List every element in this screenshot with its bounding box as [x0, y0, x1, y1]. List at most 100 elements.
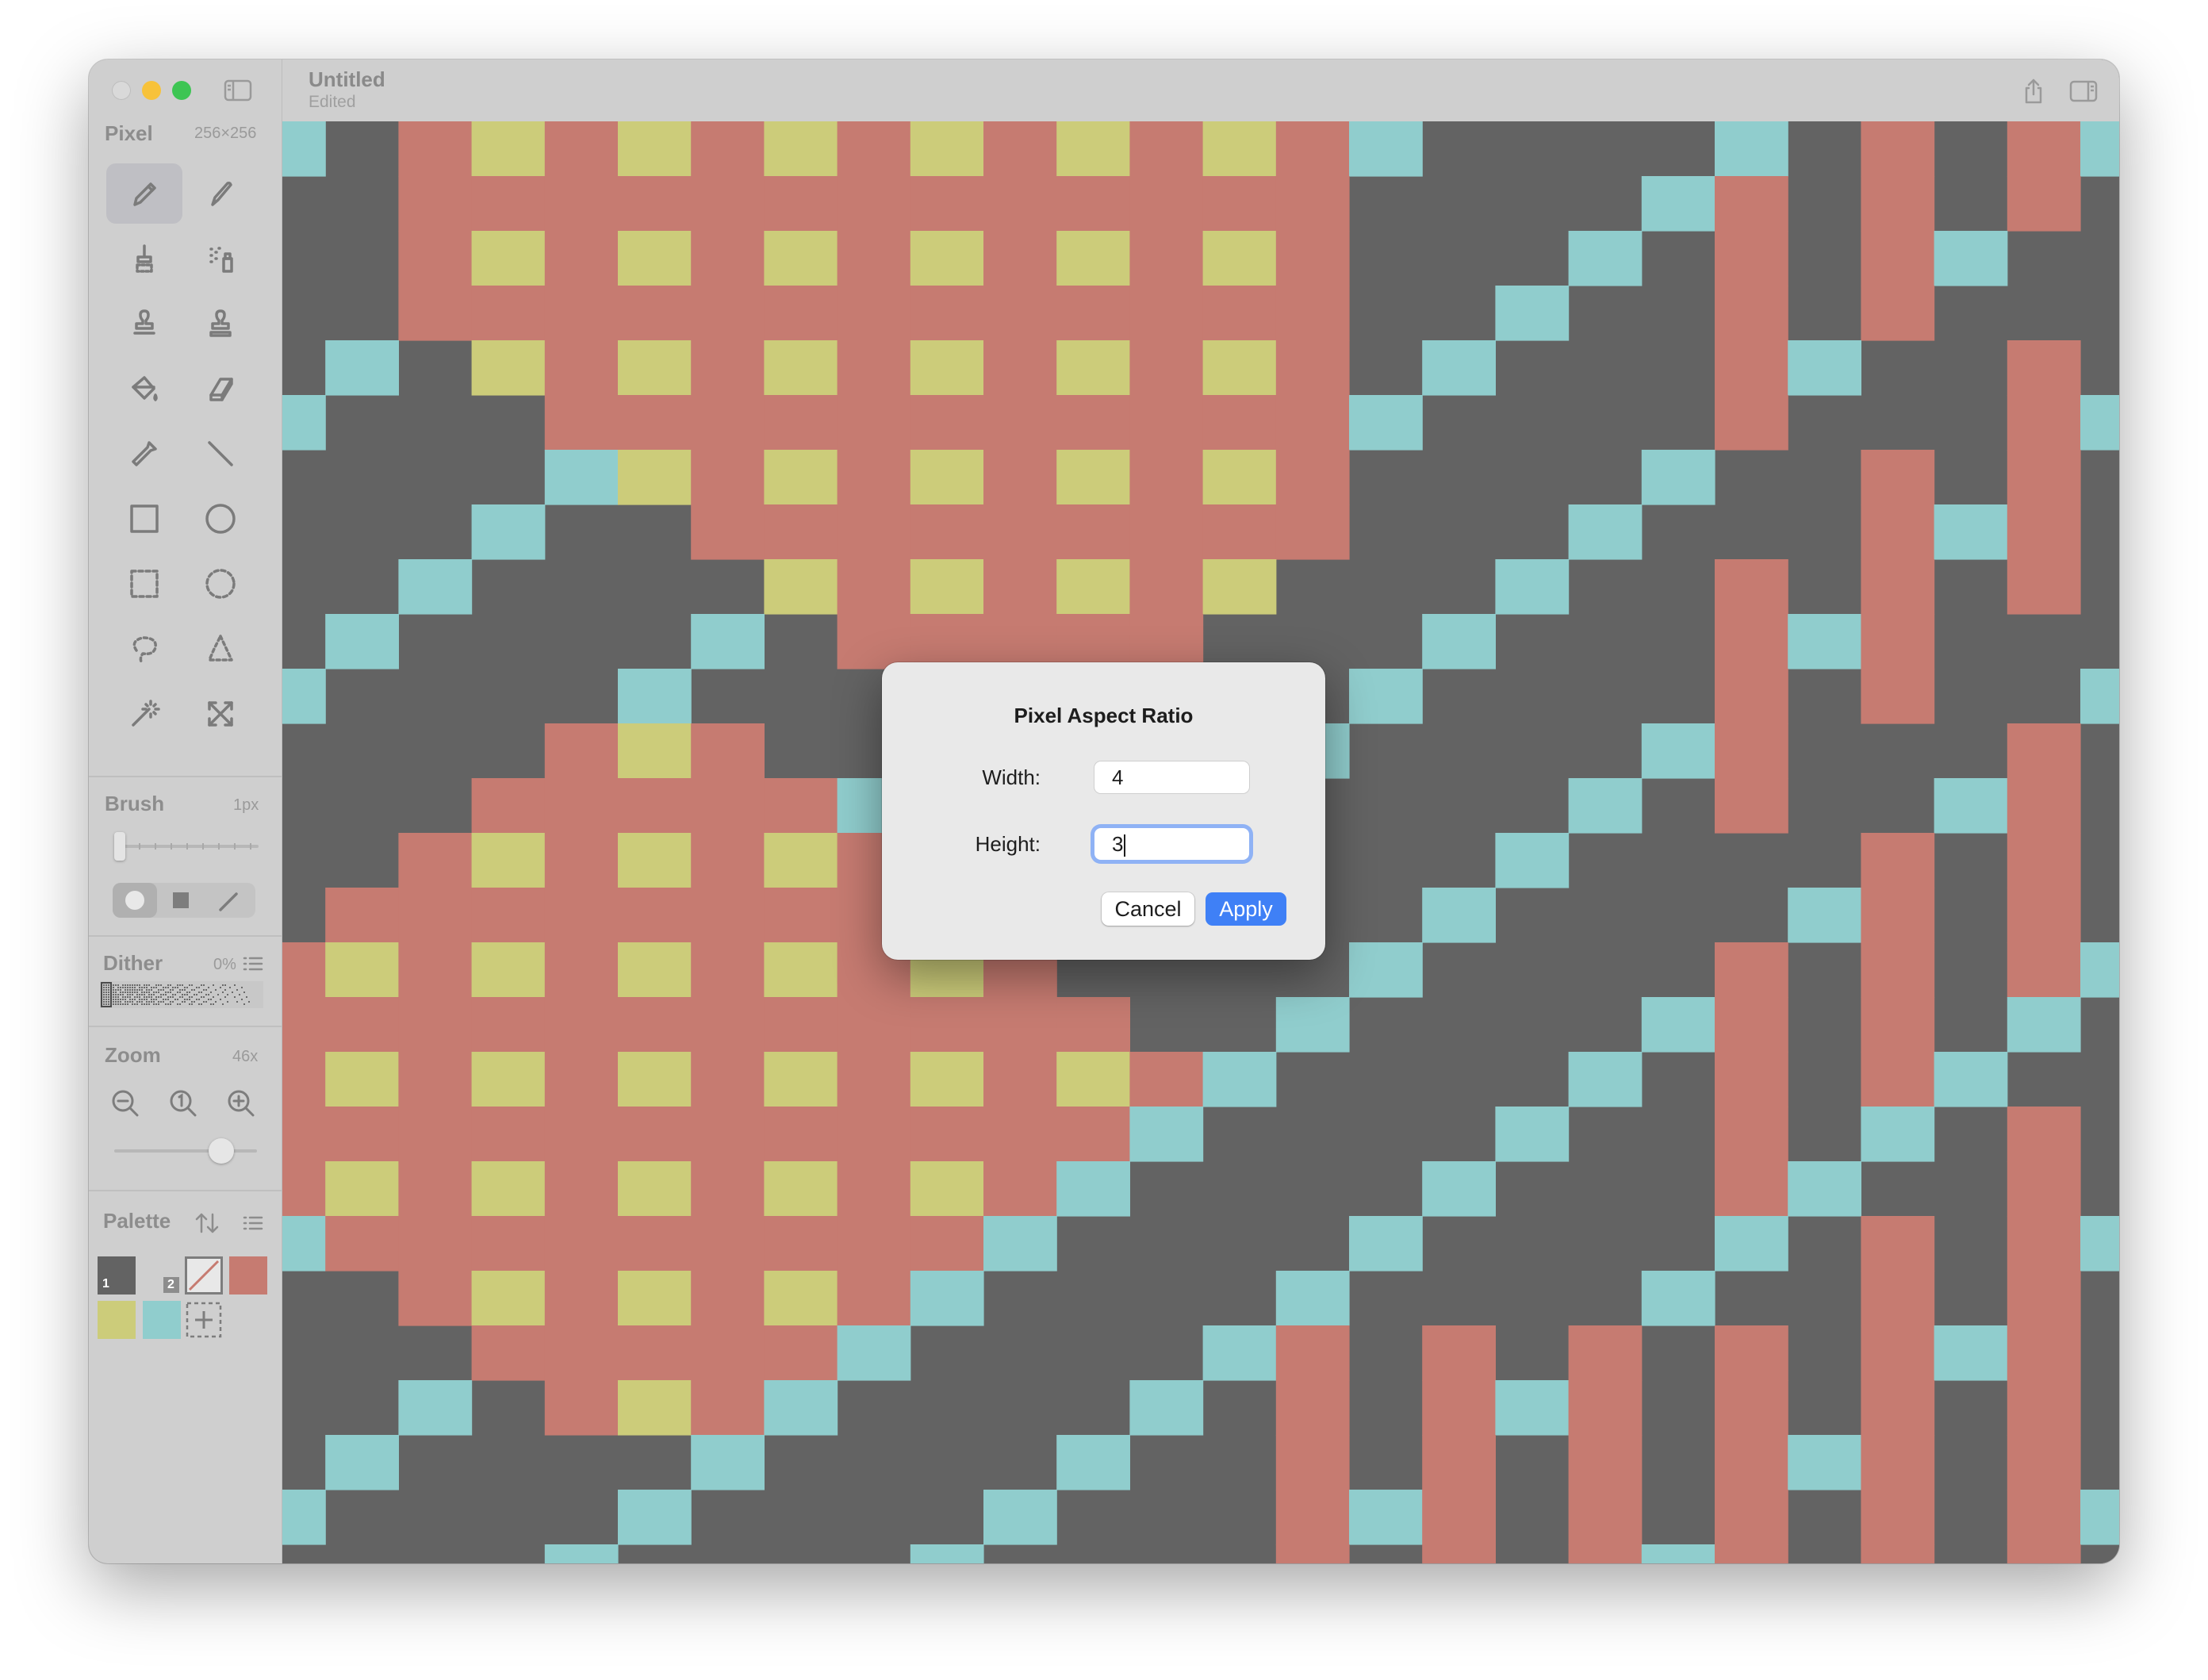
dither-dot [146, 987, 148, 988]
zoom-in-icon[interactable] [225, 1087, 257, 1119]
share-icon[interactable] [2018, 75, 2049, 107]
dither-dot [139, 984, 140, 986]
dither-dot [210, 992, 212, 993]
dither-dot [120, 999, 121, 1000]
palette-list-icon[interactable] [242, 1214, 264, 1233]
canvas-pixel [1861, 888, 1935, 943]
canvas-pixel [471, 1052, 546, 1107]
canvas-pixel [618, 231, 692, 286]
stamp-icon [133, 309, 155, 335]
dither-dot [163, 994, 164, 995]
brush-slider-thumb[interactable] [114, 832, 125, 861]
canvas-pixel [1349, 669, 1423, 724]
dither-dot [132, 989, 133, 991]
pen-tool[interactable] [182, 163, 259, 224]
inspector-toggle-icon[interactable] [2068, 77, 2099, 105]
canvas-pixel [2007, 997, 2081, 1053]
palette-swatch-yellow[interactable] [98, 1301, 136, 1339]
canvas-pixel [764, 450, 838, 505]
palette-swatch-cyan[interactable] [143, 1301, 181, 1339]
canvas-pixel [1129, 1107, 1204, 1162]
square-shape-icon[interactable] [173, 892, 189, 908]
dither-dot [208, 994, 209, 995]
canvas-pixel [983, 450, 1057, 505]
apply-button[interactable]: Apply [1206, 892, 1286, 926]
spray-tool[interactable] [182, 228, 259, 289]
line-tool[interactable] [182, 424, 259, 484]
canvas-pixel [1349, 121, 1423, 177]
brush-size-value: 1px [233, 796, 259, 814]
transform-tool[interactable] [182, 684, 259, 744]
zoom-slider[interactable] [114, 1138, 257, 1164]
sidebar-toggle-icon[interactable] [224, 79, 252, 102]
ellipse-tool[interactable] [182, 489, 259, 549]
canvas-pixel [1861, 942, 1935, 998]
cancel-button[interactable]: Cancel [1102, 892, 1194, 926]
palette-swatch-red[interactable] [229, 1256, 267, 1295]
zoom-out-icon[interactable] [109, 1087, 141, 1119]
height-input[interactable]: 3 [1094, 828, 1249, 860]
canvas-pixel [618, 888, 692, 943]
dither-dot [153, 1001, 155, 1003]
canvas-pixel [764, 833, 838, 888]
width-input[interactable]: 4 [1094, 761, 1249, 793]
dither-brush-tool[interactable] [106, 228, 182, 289]
dither-dot [125, 1003, 126, 1005]
palette-sort-icon[interactable] [194, 1210, 220, 1237]
zoom-actual-size-icon[interactable] [167, 1087, 199, 1119]
zoom-slider-thumb[interactable] [209, 1138, 234, 1164]
dither-list-icon[interactable] [242, 954, 264, 973]
dither-dot [139, 987, 140, 988]
dither-dot [210, 1003, 212, 1005]
canvas-pixel [1129, 286, 1204, 341]
round-shape-button[interactable] [113, 883, 157, 918]
pencil-tool[interactable] [106, 163, 182, 224]
dither-pattern-strip[interactable] [100, 981, 263, 1008]
minimize-button[interactable] [142, 81, 161, 100]
canvas-pixel [1861, 1325, 1935, 1381]
dither-dot [186, 992, 188, 993]
rectangle-tool[interactable] [106, 489, 182, 549]
canvas-pixel [544, 723, 619, 779]
close-button[interactable] [112, 81, 131, 100]
canvas-pixel [983, 231, 1057, 286]
canvas-pixel [910, 997, 984, 1053]
dither-dot [172, 1001, 174, 1003]
canvas-pixel [2007, 340, 2081, 396]
secondary-index-badge: 2 [163, 1277, 179, 1293]
canvas-pixel [471, 340, 546, 396]
pen-shape-icon[interactable] [217, 889, 241, 913]
stamp-clone-tool[interactable] [182, 293, 259, 354]
dither-dot [165, 994, 167, 995]
dither-dot [184, 994, 186, 995]
zoom-button[interactable] [172, 81, 191, 100]
paint-bucket-tool[interactable] [106, 359, 182, 419]
dither-dot [243, 1003, 245, 1005]
palette-swatch-secondary[interactable]: 2 [143, 1256, 181, 1295]
stamp-tool[interactable] [106, 293, 182, 354]
magic-wand-tool[interactable] [106, 684, 182, 744]
dither-dot [136, 992, 138, 993]
dither-dot [170, 996, 171, 998]
eraser-tool[interactable] [182, 359, 259, 419]
canvas-pixel [1056, 504, 1130, 560]
line-icon [208, 441, 233, 466]
rect-select-tool[interactable] [106, 554, 182, 614]
canvas-pixel [325, 1161, 399, 1217]
polygon-select-tool[interactable] [182, 619, 259, 679]
palette-swatch-transparent[interactable] [185, 1256, 223, 1295]
ellipse-select-tool[interactable] [182, 554, 259, 614]
dither-dot [127, 992, 128, 993]
add-color-button[interactable] [185, 1301, 223, 1339]
canvas-pixel [398, 121, 473, 177]
dither-dot [184, 987, 186, 988]
lasso-select-tool[interactable] [106, 619, 182, 679]
dither-dot [108, 996, 109, 998]
height-label: Height: [975, 832, 1041, 856]
ellipse-icon [205, 504, 236, 534]
eyedropper-tool[interactable] [106, 424, 182, 484]
canvas-pixel [618, 1052, 692, 1107]
brush-size-slider[interactable] [114, 832, 259, 861]
dither-dot [158, 1001, 159, 1003]
palette-swatch-primary[interactable]: 1 [98, 1256, 136, 1295]
